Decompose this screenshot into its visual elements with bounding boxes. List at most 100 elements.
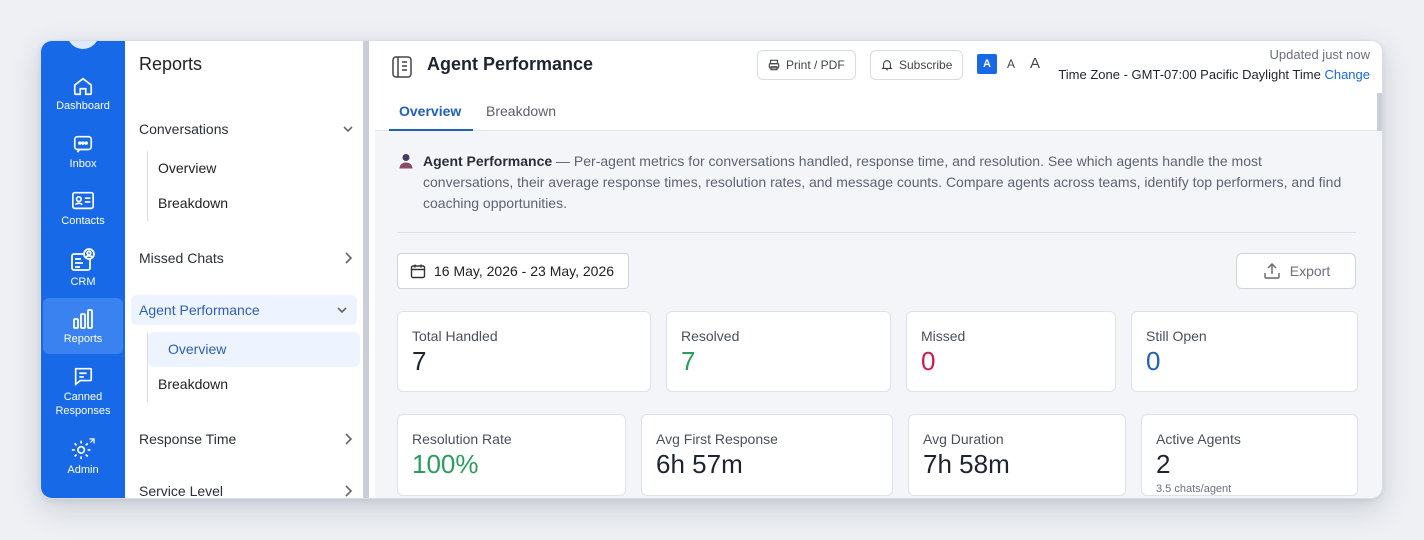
- sidebar-group-label: Service Level: [139, 483, 224, 499]
- sidebar-group-response-time[interactable]: Response Time: [139, 431, 355, 447]
- print-pdf-label: Print / PDF: [786, 58, 845, 72]
- sidebar-sub-conversations: Overview Breakdown: [147, 151, 357, 221]
- stat-card-resolution-rate: Resolution Rate 100%: [397, 414, 626, 496]
- description-body: — Per-agent metrics for conversations ha…: [423, 153, 1342, 211]
- subscribe-button[interactable]: Subscribe: [870, 50, 964, 80]
- rail-item-admin[interactable]: Admin: [41, 437, 125, 476]
- sidebar-item-conversations-overview[interactable]: Overview: [158, 151, 357, 186]
- timezone-label: Time Zone - GMT-07:00 Pacific Daylight T…: [1058, 67, 1321, 82]
- sidebar-group-conversations[interactable]: Conversations: [139, 121, 355, 137]
- timezone-info: Time Zone - GMT-07:00 Pacific Daylight T…: [1058, 67, 1370, 82]
- rail-label: CRM: [70, 276, 96, 288]
- sidebar-group-agent-performance[interactable]: Agent Performance: [131, 295, 357, 325]
- sidebar-group-label: Conversations: [139, 121, 229, 137]
- updated-status: Updated just now: [1269, 47, 1370, 62]
- rail-label: Admin: [67, 464, 99, 476]
- rail-item-canned-responses[interactable]: Canned Responses: [41, 365, 125, 418]
- rail-label: Reports: [63, 333, 103, 345]
- report-tabs: Overview Breakdown: [375, 93, 1382, 131]
- stat-label: Still Open: [1146, 328, 1207, 344]
- scrollbar[interactable]: [1377, 93, 1382, 131]
- page-header: Agent Performance Print / PDF Subscribe …: [375, 41, 1382, 93]
- rail-item-contacts[interactable]: Contacts: [41, 190, 125, 227]
- rail-label: Inbox: [69, 158, 97, 170]
- stat-value: 6h 57m: [656, 449, 743, 479]
- sidebar-group-label: Response Time: [139, 431, 237, 447]
- stat-card-avg-first-response: Avg First Response 6h 57m: [641, 414, 893, 496]
- sidebar-item-agent-breakdown[interactable]: Breakdown: [158, 367, 357, 402]
- sidebar-group-label: Agent Performance: [139, 302, 260, 318]
- stat-value: 7: [412, 346, 427, 376]
- font-size-medium-button[interactable]: A: [1001, 54, 1021, 74]
- report-description: Agent Performance — Per-agent metrics fo…: [397, 151, 1356, 233]
- rail-item-inbox[interactable]: Inbox: [41, 133, 125, 170]
- report-book-icon: [392, 56, 412, 78]
- stat-label: Avg First Response: [656, 431, 778, 447]
- stat-label: Missed: [921, 328, 966, 344]
- stat-card-resolved: Resolved 7: [666, 311, 891, 392]
- stat-card-active-agents: Active Agents 2 3.5 chats/agent: [1141, 414, 1358, 496]
- date-range-picker[interactable]: 16 May, 2026 - 23 May, 2026: [397, 253, 629, 289]
- subscribe-label: Subscribe: [899, 58, 953, 72]
- stat-value: 100%: [412, 449, 479, 479]
- gear-icon: [71, 438, 95, 460]
- stat-label: Total Handled: [412, 328, 498, 344]
- chevron-right-icon: [345, 485, 353, 497]
- change-timezone-link[interactable]: Change: [1324, 67, 1370, 82]
- font-size-large-button[interactable]: A: [1025, 54, 1045, 74]
- stat-value: 0: [1146, 346, 1161, 376]
- stat-card-missed: Missed 0: [906, 311, 1116, 392]
- stat-value: 2: [1156, 449, 1171, 479]
- date-range-value: 16 May, 2026 - 23 May, 2026: [434, 263, 615, 279]
- primary-nav-rail: Dashboard Inbox Contacts CRM Reports Can…: [41, 41, 125, 498]
- font-size-switcher: A A A: [977, 54, 1045, 74]
- person-icon: [399, 154, 413, 169]
- calendar-icon: [410, 264, 426, 279]
- tab-breakdown[interactable]: Breakdown: [486, 103, 556, 119]
- chevron-right-icon: [345, 433, 353, 445]
- print-pdf-button[interactable]: Print / PDF: [757, 50, 856, 80]
- bell-icon: [881, 60, 893, 71]
- sidebar-group-label: Missed Chats: [139, 250, 224, 266]
- stat-subtext: 3.5 chats/agent: [1156, 483, 1232, 495]
- chevron-right-icon: [345, 252, 353, 264]
- reports-sidebar: Reports Conversations Overview Breakdown…: [125, 41, 369, 498]
- crm-icon: [71, 248, 95, 271]
- home-icon: [73, 77, 93, 96]
- stat-card-still-open: Still Open 0: [1131, 311, 1358, 392]
- bar-chart-icon: [73, 309, 93, 329]
- rail-label: Canned: [63, 391, 103, 403]
- brand-logo-icon: [67, 41, 99, 49]
- chat-icon: [73, 135, 93, 153]
- stat-value: 0: [921, 346, 936, 376]
- stat-value: 7: [681, 346, 696, 376]
- contact-card-icon: [72, 191, 94, 210]
- stat-label: Resolution Rate: [412, 431, 512, 447]
- description-text: Agent Performance — Per-agent metrics fo…: [423, 151, 1356, 214]
- stat-label: Avg Duration: [923, 431, 1004, 447]
- page-title: Agent Performance: [427, 54, 594, 74]
- chevron-down-icon: [343, 126, 353, 133]
- sidebar-item-conversations-breakdown[interactable]: Breakdown: [158, 186, 357, 221]
- stat-card-total-handled: Total Handled 7: [397, 311, 651, 392]
- rail-item-dashboard[interactable]: Dashboard: [41, 75, 125, 112]
- upload-icon: [1264, 263, 1280, 279]
- export-button[interactable]: Export: [1236, 253, 1356, 289]
- rail-item-crm[interactable]: CRM: [41, 247, 125, 288]
- sidebar-item-agent-overview[interactable]: Overview: [148, 332, 360, 367]
- stat-label: Active Agents: [1156, 431, 1241, 447]
- export-label: Export: [1289, 263, 1331, 279]
- sidebar-title: Reports: [139, 54, 203, 74]
- main-content: Agent Performance Print / PDF Subscribe …: [375, 41, 1382, 498]
- font-size-small-button[interactable]: A: [977, 54, 997, 74]
- chevron-down-icon: [337, 307, 347, 314]
- rail-label: Dashboard: [56, 100, 110, 112]
- rail-label: Contacts: [61, 215, 105, 227]
- printer-icon: [768, 59, 780, 71]
- rail-item-reports[interactable]: Reports: [43, 298, 123, 354]
- active-tab-indicator: [389, 129, 473, 131]
- sidebar-group-missed-chats[interactable]: Missed Chats: [139, 250, 355, 266]
- sidebar-group-service-level[interactable]: Service Level: [139, 483, 355, 499]
- sidebar-sub-agent-performance: Overview Breakdown: [147, 332, 360, 402]
- tab-overview[interactable]: Overview: [399, 103, 461, 119]
